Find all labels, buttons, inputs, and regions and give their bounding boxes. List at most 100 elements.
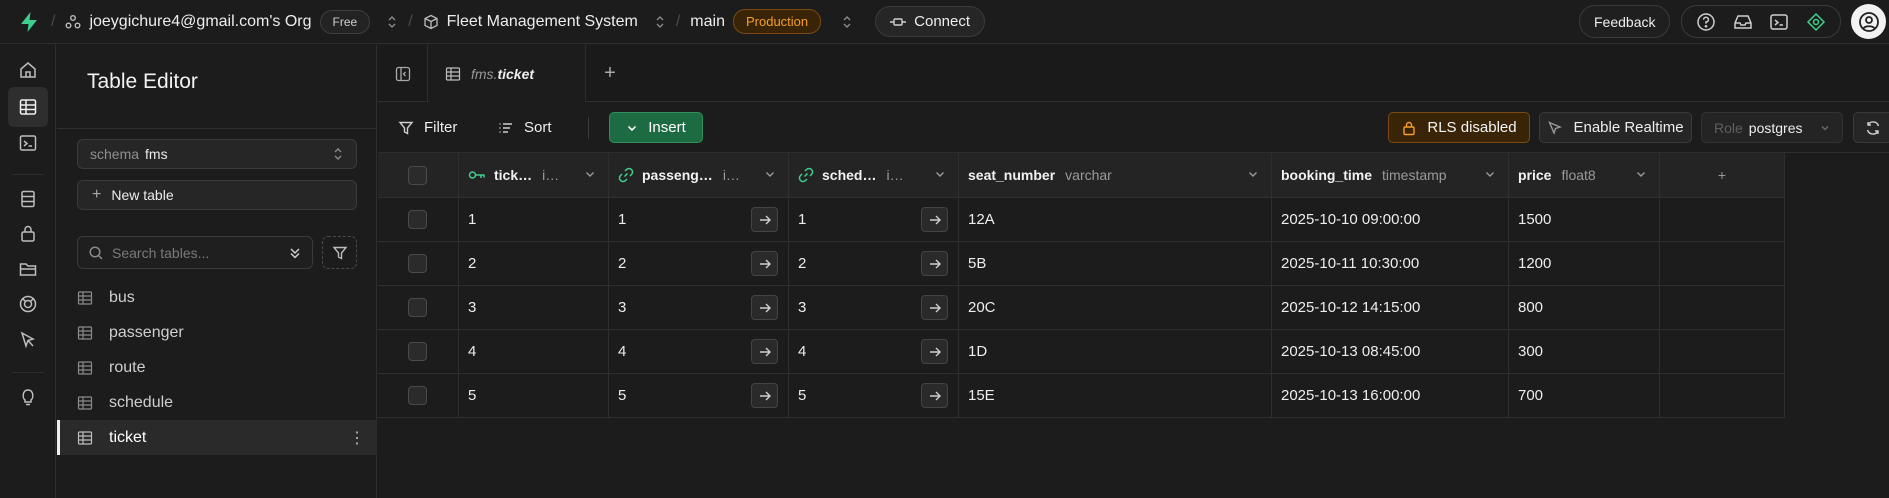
refresh-button[interactable] (1853, 112, 1889, 143)
cell-price[interactable]: 1500 (1509, 198, 1660, 241)
column-header[interactable]: seat_number varchar (959, 153, 1272, 197)
cell-seat-number[interactable]: 20C (959, 286, 1272, 329)
storage-icon[interactable] (8, 249, 48, 289)
cell-schedule-id[interactable]: 5 (789, 374, 959, 417)
chevron-down-icon[interactable] (1247, 168, 1259, 180)
chevron-down-icon[interactable] (1484, 168, 1496, 180)
arrow-right-icon[interactable] (921, 339, 948, 364)
arrow-right-icon[interactable] (921, 251, 948, 276)
cell-ticket-id[interactable]: 4 (459, 330, 609, 373)
branch-selector[interactable]: main Production (690, 9, 853, 34)
cell-passenger-id[interactable]: 4 (609, 330, 789, 373)
cell-passenger-id[interactable]: 2 (609, 242, 789, 285)
cursor-icon[interactable] (8, 320, 48, 360)
cell-schedule-id[interactable]: 4 (789, 330, 959, 373)
arrow-right-icon[interactable] (921, 383, 948, 408)
chevron-down-icon[interactable] (764, 168, 776, 180)
cell-booking-time[interactable]: 2025-10-13 16:00:00 (1272, 374, 1509, 417)
arrow-right-icon[interactable] (921, 207, 948, 232)
terminal-icon[interactable] (1769, 12, 1789, 32)
new-table-button[interactable]: + New table (77, 180, 357, 210)
table-list-item[interactable]: schedule (57, 385, 377, 420)
chevron-down-icon[interactable] (584, 168, 596, 180)
cell-price[interactable]: 800 (1509, 286, 1660, 329)
cell-price[interactable]: 700 (1509, 374, 1660, 417)
auth-icon[interactable] (8, 214, 48, 254)
row-checkbox-cell[interactable] (378, 330, 459, 373)
row-checkbox[interactable] (407, 210, 427, 229)
table-editor-icon[interactable] (8, 87, 48, 127)
org-selector[interactable]: joeygichure4@gmail.com's Org Free (65, 9, 398, 34)
cell-seat-number[interactable]: 12A (959, 198, 1272, 241)
cell-ticket-id[interactable]: 3 (459, 286, 609, 329)
table-list-item[interactable]: passenger (57, 315, 377, 350)
row-checkbox[interactable] (407, 298, 427, 317)
help-icon[interactable] (1696, 12, 1716, 32)
column-header[interactable]: sched… i… (789, 153, 959, 197)
chevron-down-icon[interactable] (934, 168, 946, 180)
collapse-sidebar-button[interactable] (378, 45, 428, 102)
table-row[interactable]: 4 4 4 1D 2025-10-13 08:45:00 300 (378, 330, 1785, 374)
cell-seat-number[interactable]: 15E (959, 374, 1272, 417)
more-options-icon[interactable]: ⋮ (349, 428, 365, 448)
cell-booking-time[interactable]: 2025-10-10 09:00:00 (1272, 198, 1509, 241)
arrow-right-icon[interactable] (751, 339, 778, 364)
arrow-right-icon[interactable] (921, 295, 948, 320)
column-header[interactable]: price float8 (1509, 153, 1660, 197)
filter-button[interactable]: Filter (398, 112, 457, 143)
inbox-icon[interactable] (1733, 12, 1753, 32)
arrow-right-icon[interactable] (751, 207, 778, 232)
cell-schedule-id[interactable]: 1 (789, 198, 959, 241)
filter-tables-button[interactable] (322, 236, 357, 269)
cell-booking-time[interactable]: 2025-10-12 14:15:00 (1272, 286, 1509, 329)
advisor-icon[interactable] (1806, 12, 1826, 32)
realtime-icon[interactable] (8, 284, 48, 324)
row-checkbox-cell[interactable] (378, 374, 459, 417)
row-checkbox[interactable] (407, 342, 427, 361)
schema-selector[interactable]: schema fms (77, 139, 357, 169)
role-selector[interactable]: Role postgres (1701, 112, 1843, 143)
table-row[interactable]: 5 5 5 15E 2025-10-13 16:00:00 700 (378, 374, 1785, 418)
database-icon[interactable] (8, 179, 48, 219)
row-checkbox-cell[interactable] (378, 242, 459, 285)
sort-button[interactable]: Sort (498, 112, 552, 143)
row-checkbox[interactable] (407, 254, 427, 273)
table-list-item[interactable]: route (57, 350, 377, 385)
home-icon[interactable] (8, 50, 48, 90)
connect-button[interactable]: Connect (875, 6, 986, 37)
select-all-checkbox[interactable] (407, 165, 427, 185)
project-selector[interactable]: Fleet Management System (423, 13, 666, 31)
cell-booking-time[interactable]: 2025-10-11 10:30:00 (1272, 242, 1509, 285)
cell-passenger-id[interactable]: 1 (609, 198, 789, 241)
cell-schedule-id[interactable]: 2 (789, 242, 959, 285)
arrow-right-icon[interactable] (751, 383, 778, 408)
column-header[interactable]: booking_time timestamp (1272, 153, 1509, 197)
add-tab-icon[interactable]: + (598, 61, 622, 85)
search-tables-input[interactable]: Search tables... (77, 236, 313, 269)
enable-realtime-button[interactable]: Enable Realtime (1539, 112, 1692, 143)
cell-booking-time[interactable]: 2025-10-13 08:45:00 (1272, 330, 1509, 373)
cell-ticket-id[interactable]: 2 (459, 242, 609, 285)
cell-price[interactable]: 300 (1509, 330, 1660, 373)
feedback-button[interactable]: Feedback (1579, 5, 1671, 38)
user-avatar[interactable] (1851, 4, 1886, 39)
cell-ticket-id[interactable]: 1 (459, 198, 609, 241)
cell-ticket-id[interactable]: 5 (459, 374, 609, 417)
cell-seat-number[interactable]: 1D (959, 330, 1272, 373)
arrow-right-icon[interactable] (751, 251, 778, 276)
row-checkbox-cell[interactable] (378, 286, 459, 329)
sql-editor-icon[interactable] (8, 123, 48, 163)
column-header[interactable]: passeng… i… (609, 153, 789, 197)
table-row[interactable]: 2 2 2 5B 2025-10-11 10:30:00 1200 (378, 242, 1785, 286)
cell-schedule-id[interactable]: 3 (789, 286, 959, 329)
table-row[interactable]: 3 3 3 20C 2025-10-12 14:15:00 800 (378, 286, 1785, 330)
table-row[interactable]: 1 1 1 12A 2025-10-10 09:00:00 1500 (378, 198, 1785, 242)
insert-button[interactable]: Insert (609, 112, 703, 143)
cell-passenger-id[interactable]: 5 (609, 374, 789, 417)
tab-ticket[interactable]: fms.ticket (429, 45, 586, 102)
row-checkbox-cell[interactable] (378, 198, 459, 241)
arrow-right-icon[interactable] (751, 295, 778, 320)
supabase-logo-icon[interactable] (17, 10, 41, 34)
table-list-item[interactable]: bus (57, 280, 377, 315)
add-column-button[interactable]: + (1660, 153, 1785, 197)
